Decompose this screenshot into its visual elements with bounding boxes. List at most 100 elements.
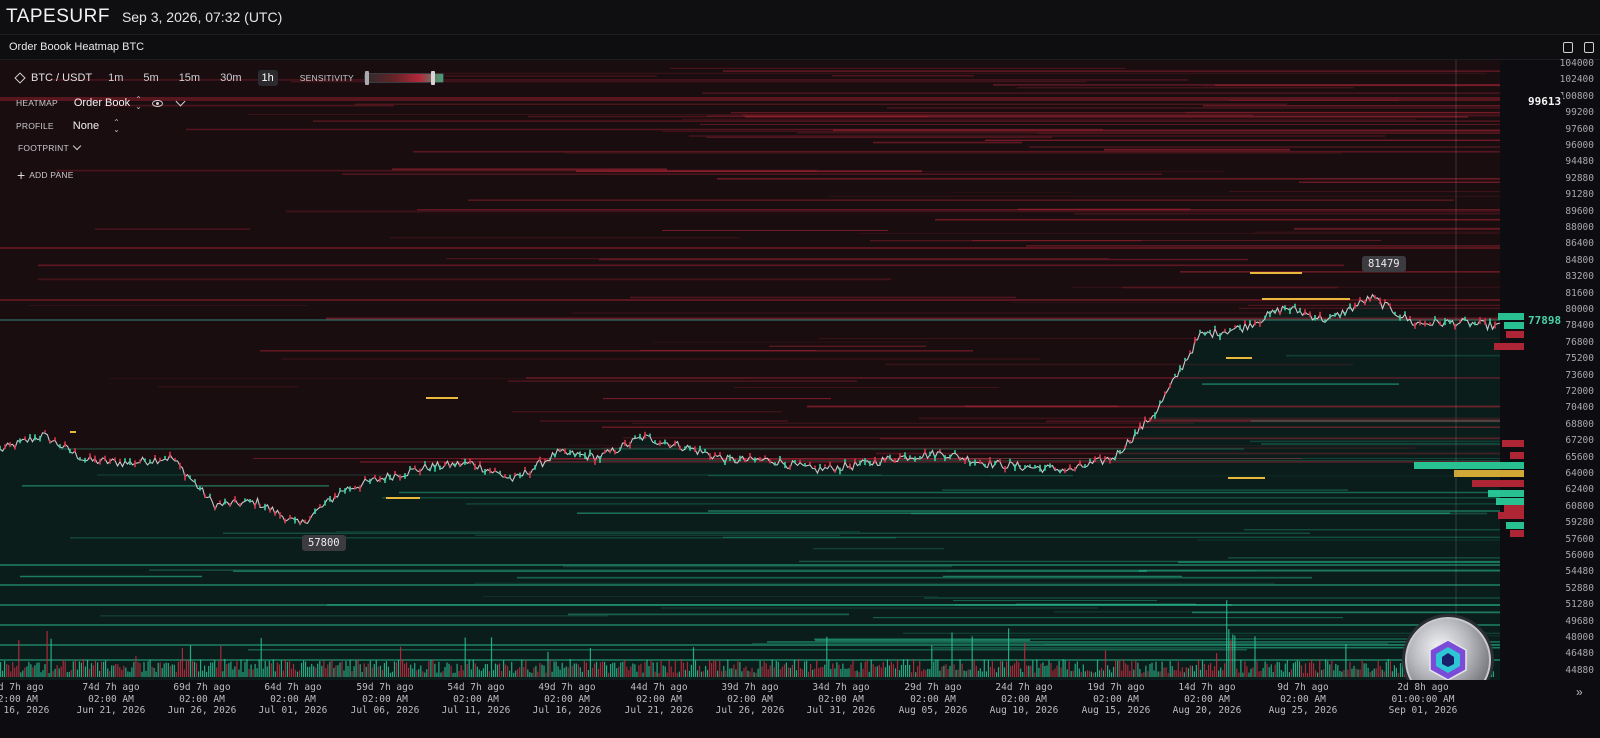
volume-bar <box>900 664 903 677</box>
chevron-down-icon[interactable] <box>72 141 82 151</box>
candle <box>49 439 51 443</box>
candle <box>644 431 646 439</box>
volume-bar <box>551 671 553 677</box>
volume-bar <box>967 669 969 677</box>
volume-bar <box>507 666 509 677</box>
candle <box>444 461 446 467</box>
candle <box>419 468 421 476</box>
timeframe-30m[interactable]: 30m <box>216 70 245 86</box>
volume-bar <box>1109 669 1111 677</box>
candle <box>1389 303 1391 307</box>
candle <box>0 445 1 451</box>
heatmap-select[interactable]: Order Book <box>74 97 130 109</box>
candle <box>1369 297 1371 302</box>
candle <box>1289 307 1291 314</box>
volume-bar <box>1054 668 1056 677</box>
volume-bar <box>1306 672 1309 677</box>
volume-bar <box>1351 668 1353 677</box>
timeframe-1h[interactable]: 1h <box>257 70 278 86</box>
volume-bar <box>1012 665 1014 677</box>
volume-bar <box>660 661 662 677</box>
time-tick-ago: 69d 7h ago <box>173 682 231 693</box>
timeframe-15m[interactable]: 15m <box>175 70 204 86</box>
volume-bar <box>1018 662 1020 677</box>
sensitivity-slider[interactable] <box>363 71 444 85</box>
volume-bar <box>82 659 84 677</box>
volume-bar <box>474 663 476 677</box>
restore-window-icon[interactable] <box>1563 42 1573 53</box>
volume-bar <box>486 664 488 677</box>
volume-bar <box>143 662 145 677</box>
volume-bar <box>42 670 44 677</box>
profile-select[interactable]: None <box>73 120 99 132</box>
volume-bar <box>430 660 432 677</box>
volume-bar <box>484 664 486 677</box>
volume-bar <box>410 664 412 677</box>
candle <box>569 449 571 456</box>
volume-bar <box>905 665 907 677</box>
volume-bar <box>555 661 557 677</box>
candle <box>834 469 836 473</box>
candle <box>614 449 616 455</box>
volume-bar <box>1199 669 1202 677</box>
heatmap-updown-icon[interactable]: ⌃ ⌄ <box>135 96 142 111</box>
price-tick: 102400 <box>1559 74 1594 86</box>
volume-bar <box>1115 660 1117 677</box>
volume-bar <box>549 659 551 677</box>
orderbook-heatmap-canvas[interactable] <box>0 60 1600 700</box>
volume-bar <box>709 660 711 677</box>
volume-bar <box>1248 672 1250 677</box>
footprint-toggle[interactable]: FOOTPRINT <box>18 141 82 153</box>
volume-bar <box>149 659 151 677</box>
timeframe-5m[interactable]: 5m <box>139 70 162 86</box>
volume-bar <box>296 671 299 677</box>
maximize-window-icon[interactable] <box>1584 42 1594 53</box>
candle <box>454 463 456 467</box>
candle <box>924 448 926 454</box>
add-pane-label[interactable]: ADD PANE <box>29 170 73 180</box>
volume-bar <box>1074 663 1076 677</box>
volume-bar <box>842 663 844 677</box>
sensitivity-min-handle[interactable] <box>364 71 369 85</box>
volume-bar <box>1228 629 1230 677</box>
add-pane-button[interactable]: + ADD PANE <box>17 168 74 182</box>
price-axis[interactable]: 104000 102400 100800 99200 97600 96000 94480 92… <box>1530 58 1600 700</box>
candle <box>1259 320 1261 327</box>
time-axis[interactable]: 79d 7h ago02:00 AMJun 16, 202674d 7h ago… <box>0 680 1600 738</box>
footprint-label[interactable]: FOOTPRINT <box>18 143 69 153</box>
candle <box>1319 311 1321 318</box>
eye-icon[interactable] <box>151 99 163 107</box>
volume-bar <box>387 666 389 677</box>
volume-bar <box>808 671 810 677</box>
volume-bar <box>981 671 983 677</box>
volume-bar <box>218 661 220 677</box>
orderbook-profile-bar <box>1496 498 1524 505</box>
orderbook-profile-bar <box>1498 313 1524 320</box>
pair-selector[interactable]: BTC / USDT <box>31 72 92 84</box>
price-tick: 73600 <box>1565 369 1594 381</box>
candle <box>19 438 21 444</box>
heatmap-chart[interactable]: BTC / USDT 1m 5m 15m 30m 1h SENSITIVITY … <box>0 58 1600 703</box>
price-tick: 57600 <box>1565 533 1594 545</box>
app-logo[interactable]: TAPESURF <box>6 6 110 28</box>
volume-bar <box>367 663 369 677</box>
volume-bar <box>995 672 998 677</box>
timeframe-1m[interactable]: 1m <box>104 70 127 86</box>
sensitivity-max-handle[interactable] <box>430 71 435 85</box>
volume-bar <box>333 668 335 677</box>
price-tick: 49680 <box>1565 615 1594 627</box>
volume-bar <box>331 659 333 677</box>
time-tick-ago: 79d 7h ago <box>0 682 44 693</box>
volume-bar <box>557 666 559 677</box>
volume-bar <box>230 661 232 677</box>
volume-bar <box>66 672 68 677</box>
volume-bar <box>801 669 804 677</box>
volume-bar <box>1393 665 1395 677</box>
profile-updown-icon[interactable]: ⌃ ⌄ <box>113 119 120 134</box>
scroll-to-latest-icon[interactable]: » <box>1576 685 1583 699</box>
chevron-down-icon[interactable] <box>175 96 186 106</box>
volume-bar <box>581 671 583 677</box>
candle <box>1329 314 1331 319</box>
time-tick: 34d 7h ago 02:00 AM Jul 31, 2026 <box>796 682 886 717</box>
volume-bar <box>1088 670 1090 677</box>
